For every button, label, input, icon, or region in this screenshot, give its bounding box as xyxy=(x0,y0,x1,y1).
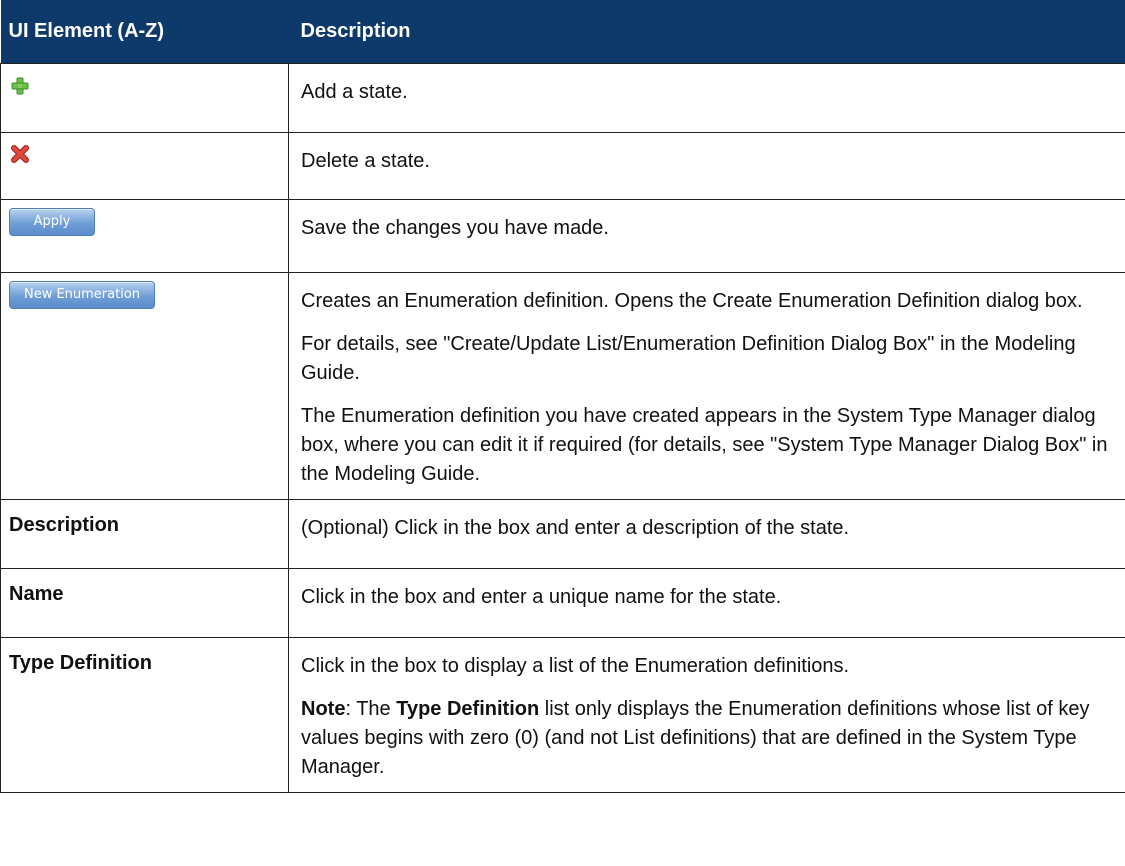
element-cell: Type Definition xyxy=(0,637,289,793)
table-header-row: UI Element (A-Z) Description xyxy=(0,0,1125,64)
element-cell: Apply xyxy=(0,199,289,273)
ui-elements-table: UI Element (A-Z) Description Add a state… xyxy=(0,0,1125,793)
description-cell: Add a state. xyxy=(288,63,1125,133)
element-cell: Name xyxy=(0,568,289,638)
table-row: Description (Optional) Click in the box … xyxy=(0,499,1125,569)
header-ui-element: UI Element (A-Z) xyxy=(0,0,289,64)
description-cell: Delete a state. xyxy=(288,132,1125,200)
description-text: Save the changes you have made. xyxy=(301,217,609,239)
description-text: The Enumeration definition you have crea… xyxy=(301,405,1108,485)
description-cell: (Optional) Click in the box and enter a … xyxy=(288,499,1125,569)
delete-x-icon[interactable] xyxy=(9,143,31,165)
description-text: For details, see "Create/Update List/Enu… xyxy=(301,333,1076,384)
note-strong: Type Definition xyxy=(396,698,540,720)
description-cell: Click in the box and enter a unique name… xyxy=(288,568,1125,638)
header-description: Description xyxy=(288,0,1125,64)
element-cell: New Enumeration xyxy=(0,272,289,500)
description-text: Creates an Enumeration definition. Opens… xyxy=(301,290,1083,312)
table-row: Delete a state. xyxy=(0,132,1125,200)
element-label: Type Definition xyxy=(9,652,152,674)
note-paragraph: Note: The Type Definition list only disp… xyxy=(301,695,1109,782)
element-label: Name xyxy=(9,583,64,605)
element-label: Description xyxy=(9,514,120,536)
apply-button[interactable]: Apply xyxy=(9,208,95,236)
description-cell: Click in the box to display a list of th… xyxy=(288,637,1125,793)
add-plus-icon[interactable] xyxy=(9,75,31,97)
table-row: Add a state. xyxy=(0,63,1125,133)
table-row: Apply Save the changes you have made. xyxy=(0,199,1125,273)
new-enumeration-button[interactable]: New Enumeration xyxy=(9,281,155,309)
table-row: Name Click in the box and enter a unique… xyxy=(0,568,1125,638)
table-row: Type Definition Click in the box to disp… xyxy=(0,637,1125,793)
description-cell: Save the changes you have made. xyxy=(288,199,1125,273)
element-cell xyxy=(0,132,289,200)
description-cell: Creates an Enumeration definition. Opens… xyxy=(288,272,1125,500)
description-text: Add a state. xyxy=(301,81,408,103)
description-text: (Optional) Click in the box and enter a … xyxy=(301,517,850,539)
description-text: Click in the box and enter a unique name… xyxy=(301,586,782,608)
element-cell xyxy=(0,63,289,133)
note-text: : The xyxy=(345,698,397,720)
table-row: New Enumeration Creates an Enumeration d… xyxy=(0,272,1125,500)
description-text: Click in the box to display a list of th… xyxy=(301,655,850,677)
note-label: Note xyxy=(301,698,346,720)
element-cell: Description xyxy=(0,499,289,569)
description-text: Delete a state. xyxy=(301,150,430,172)
